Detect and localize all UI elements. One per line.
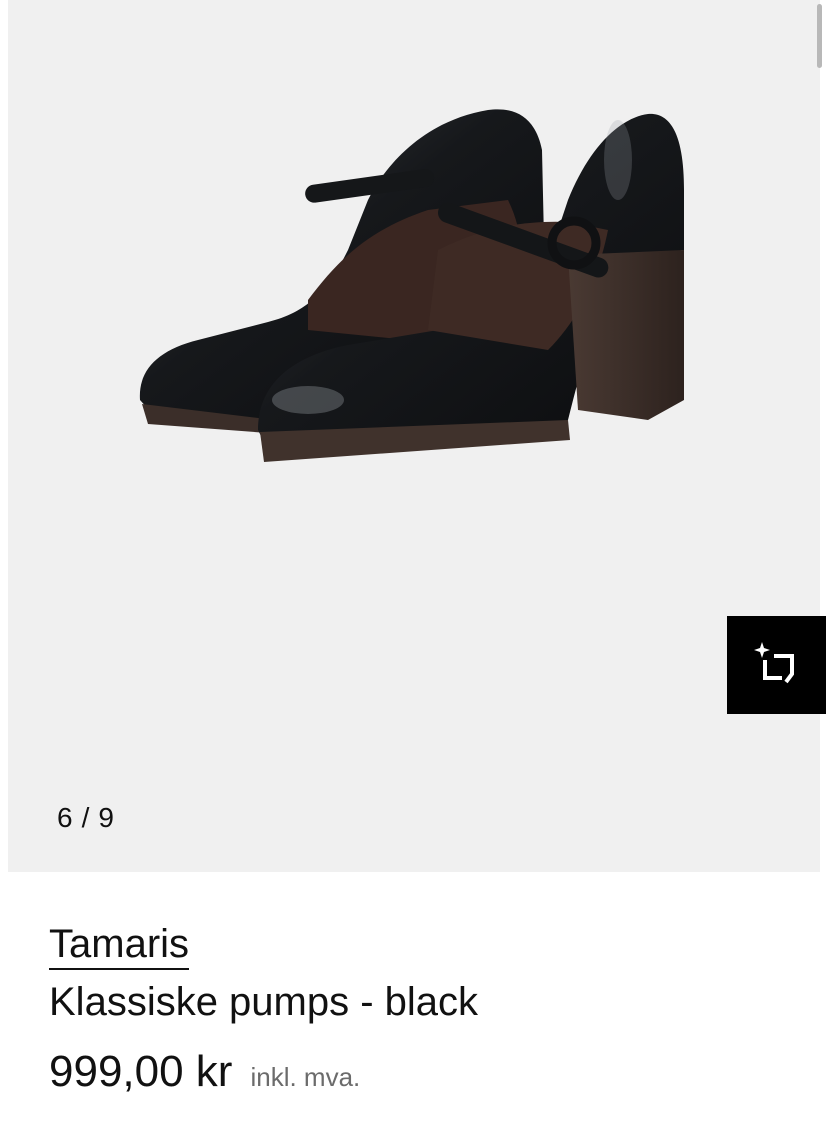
image-counter: 6/9	[57, 802, 115, 834]
virtual-try-on-button[interactable]	[727, 616, 826, 714]
sparkle-crop-icon	[753, 642, 794, 684]
image-counter-total: 9	[98, 802, 115, 833]
product-image[interactable]	[8, 0, 820, 872]
product-price: 999,00 kr	[49, 1047, 233, 1096]
image-counter-current: 6	[57, 802, 74, 833]
image-counter-separator: /	[81, 802, 91, 833]
product-image-gallery[interactable]: 6/9	[8, 0, 820, 872]
product-title: Klassiske pumps - black	[49, 980, 479, 1024]
page-scrollbar[interactable]	[817, 4, 822, 68]
price-row: 999,00 kr inkl. mva.	[49, 1046, 789, 1098]
vat-note: inkl. mva.	[250, 1062, 361, 1092]
product-info: Tamaris Klassiske pumps - black 999,00 k…	[49, 920, 789, 1098]
brand-link[interactable]: Tamaris	[49, 920, 190, 970]
